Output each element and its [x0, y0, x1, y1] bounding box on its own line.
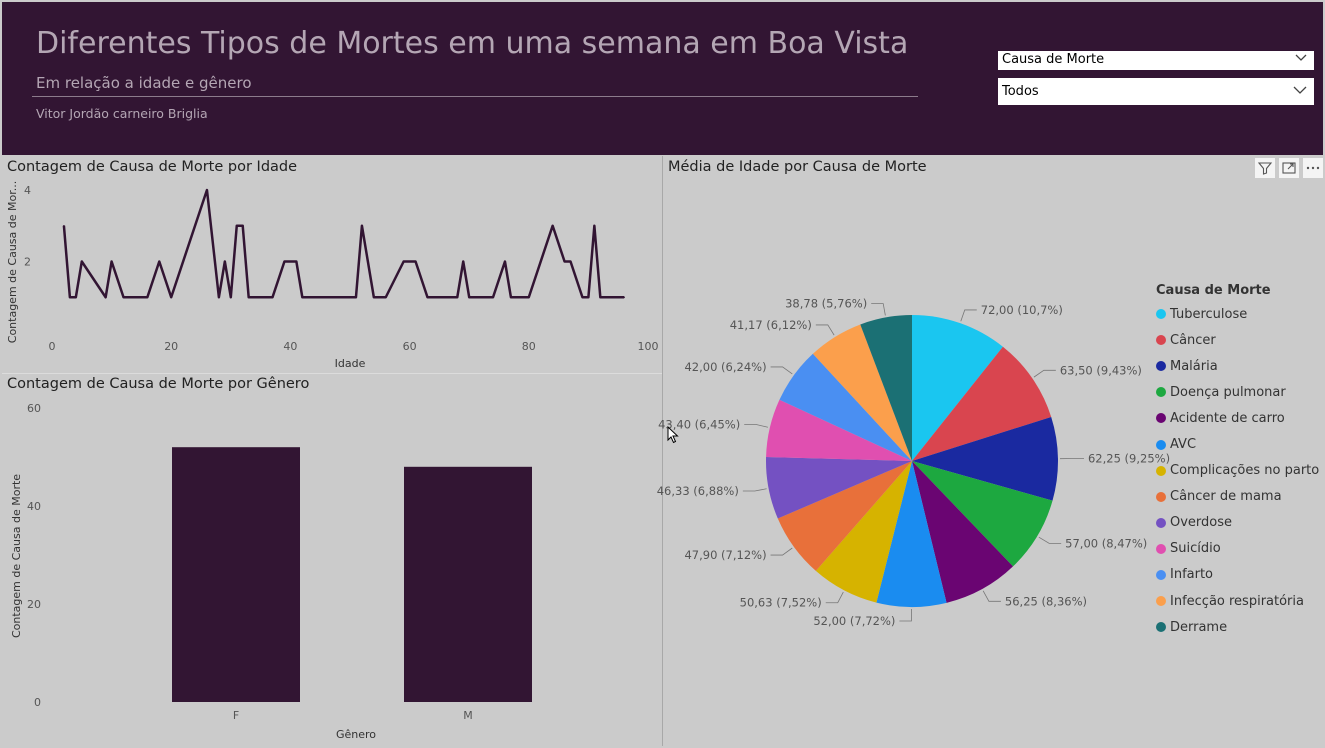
legend-marker: [1156, 491, 1166, 502]
pie-leader-line: [871, 303, 886, 316]
pie-leader-line: [770, 547, 793, 556]
legend-item[interactable]: Complicações no parto: [1156, 458, 1319, 484]
pie-data-label: 41,17 (6,12%): [730, 318, 812, 332]
legend-item[interactable]: Tuberculose: [1156, 301, 1319, 327]
legend-label: Tuberculose: [1170, 306, 1248, 322]
legend-item[interactable]: Overdose: [1156, 510, 1319, 536]
pie-chart: 72,00 (10,7%)63,50 (9,43%)62,25 (9,25%)5…: [657, 297, 1170, 628]
legend-title: Causa de Morte: [1156, 283, 1271, 298]
legend-marker: [1156, 335, 1166, 346]
pie-data-label: 52,00 (7,72%): [813, 614, 895, 628]
legend-item[interactable]: Acidente de carro: [1156, 405, 1319, 431]
legend-label: AVC: [1170, 437, 1197, 453]
legend-label: Overdose: [1170, 515, 1233, 531]
pie-data-label: 42,00 (6,24%): [684, 360, 766, 374]
legend-marker: [1156, 622, 1166, 633]
pie-data-label: 47,90 (7,12%): [684, 548, 766, 562]
pie-leader-line: [1038, 536, 1062, 544]
legend-label: Malária: [1170, 358, 1218, 374]
pie-data-label: 38,78 (5,76%): [785, 297, 867, 311]
pie-data-label: 56,25 (8,36%): [1005, 594, 1087, 608]
legend-label: Doença pulmonar: [1170, 384, 1286, 400]
legend-label: Derrame: [1170, 619, 1228, 635]
legend-marker: [1156, 596, 1166, 607]
pie-data-label: 63,50 (9,43%): [1060, 363, 1142, 377]
legend-label: Infarto: [1170, 567, 1214, 583]
legend-item[interactable]: Infecção respiratória: [1156, 588, 1319, 614]
legend-item[interactable]: AVC: [1156, 431, 1319, 457]
legend-marker: [1156, 543, 1166, 554]
legend-label: Suicídio: [1170, 541, 1221, 557]
pie-leader-line: [982, 590, 1001, 602]
pie-data-label: 50,63 (7,52%): [740, 596, 822, 610]
legend-item[interactable]: Malária: [1156, 353, 1319, 379]
pie-leader-line: [899, 608, 912, 622]
legend-item[interactable]: Suicídio: [1156, 536, 1319, 562]
legend-marker: [1156, 309, 1166, 320]
pie-leader-line: [960, 309, 977, 322]
legend-marker: [1156, 439, 1166, 450]
legend-item[interactable]: Infarto: [1156, 562, 1319, 588]
pie-leader-line: [825, 591, 844, 604]
legend-marker: [1156, 361, 1166, 372]
pie-leader-line: [770, 366, 793, 375]
legend-label: Complicações no parto: [1170, 463, 1320, 479]
legend-marker: [1156, 465, 1166, 476]
pie-leader-line: [1033, 369, 1056, 378]
legend-label: Acidente de carro: [1170, 410, 1285, 426]
legend-marker: [1156, 387, 1166, 398]
pie-leader-line: [744, 424, 768, 428]
pie-leader-line: [815, 324, 835, 336]
legend-marker: [1156, 569, 1166, 580]
legend-item[interactable]: Câncer: [1156, 327, 1319, 353]
pie-legend: Causa de Morte Tuberculose Câncer Malária D…: [1156, 283, 1319, 640]
pie-data-label: 57,00 (8,47%): [1065, 536, 1147, 550]
legend-item[interactable]: Doença pulmonar: [1156, 379, 1319, 405]
legend-label: Câncer de mama: [1170, 489, 1282, 505]
legend-label: Câncer: [1170, 332, 1216, 348]
pie-data-label: 46,33 (6,88%): [657, 484, 739, 498]
legend-item[interactable]: Câncer de mama: [1156, 484, 1319, 510]
legend-label: Infecção respiratória: [1170, 593, 1304, 609]
legend-marker: [1156, 413, 1166, 424]
mouse-cursor-icon: [667, 425, 679, 448]
pie-data-label: 72,00 (10,7%): [981, 303, 1063, 317]
legend-item[interactable]: Derrame: [1156, 614, 1319, 640]
pie-leader-line: [742, 488, 767, 492]
legend-marker: [1156, 517, 1166, 528]
